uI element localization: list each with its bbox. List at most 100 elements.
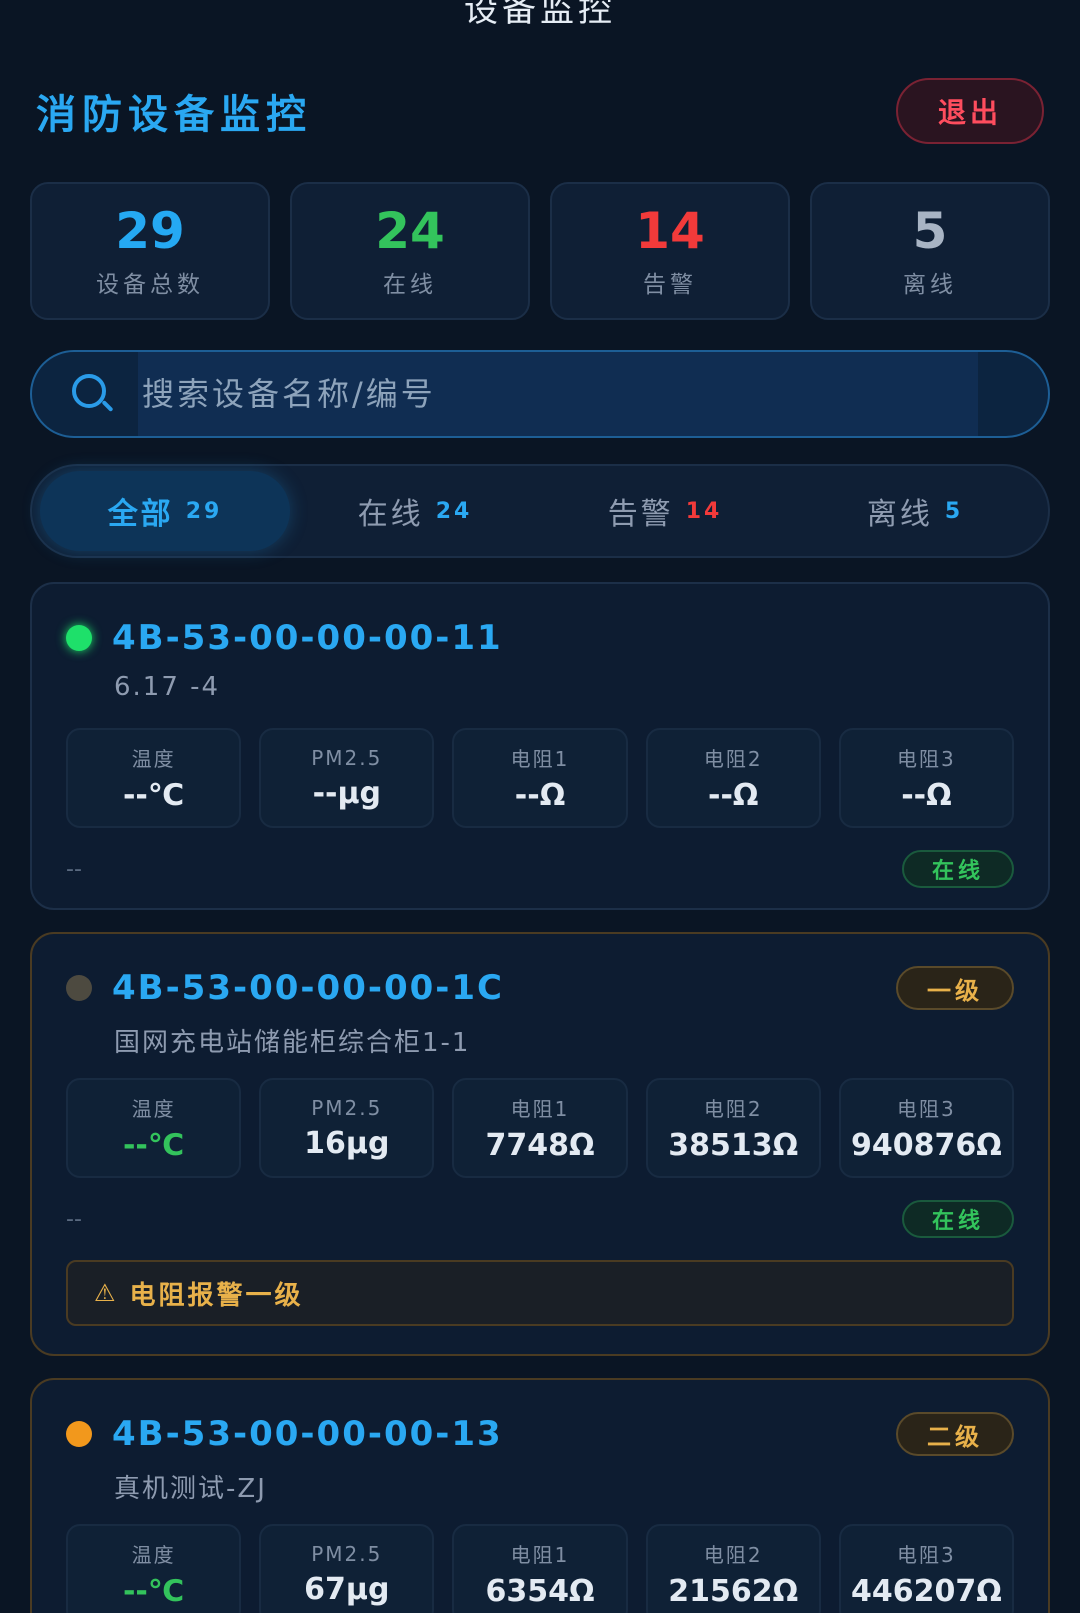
stat-value: 29 [115,202,185,260]
search-input[interactable] [138,352,978,436]
metric-value: --Ω [901,778,952,813]
status-badge: 在线 [902,850,1014,888]
metric-resistance-2: 电阻2 38513Ω [645,1078,821,1178]
device-card[interactable]: 4B-53-00-00-00-1C 一级 国网充电站储能柜综合柜1-1 温度 -… [30,932,1050,1356]
metric-label: PM2.5 [311,1095,383,1120]
tab-count: 29 [185,498,223,524]
metric-label: 电阻2 [703,1543,763,1567]
metric-resistance-1: 电阻1 7748Ω [452,1078,628,1178]
metrics-row: 温度 --℃ PM2.5 --μg 电阻1 --Ω 电阻2 --Ω 电阻3 --… [66,728,1015,828]
stat-label: 告警 [643,272,697,298]
tab-label: 在线 [357,497,424,532]
status-dot [66,1421,92,1447]
metric-label: 温度 [131,747,176,771]
metric-value: 38513Ω [668,1128,799,1163]
nav-title: 设备监控 [464,0,616,30]
device-id: 4B-53-00-00-00-11 [112,618,503,658]
stat-value: 14 [635,202,705,260]
tab-online[interactable]: 在线 24 [290,471,540,551]
metric-value: 7748Ω [485,1128,595,1163]
stats-row: 29 设备总数 24 在线 14 告警 5 离线 [30,182,1050,320]
device-card[interactable]: 4B-53-00-00-00-13 二级 真机测试-ZJ 温度 --℃ PM2.… [30,1378,1050,1613]
tab-label: 全部 [107,497,174,532]
metric-resistance-3: 电阻3 --Ω [838,728,1015,828]
stat-value: 5 [912,202,948,260]
metric-pm25: PM2.5 67μg [259,1524,435,1613]
metric-value: --μg [312,775,382,811]
tab-count: 5 [944,498,964,524]
metric-value: 67μg [304,1571,390,1607]
tab-label: 离线 [866,497,933,532]
status-dot [66,975,92,1001]
tab-offline[interactable]: 离线 5 [790,471,1040,551]
search-icon[interactable] [70,372,114,416]
device-card[interactable]: 4B-53-00-00-00-11 6.17 -4 温度 --℃ PM2.5 -… [30,582,1050,910]
metric-resistance-3: 电阻3 446207Ω [838,1524,1015,1613]
tab-count: 24 [435,498,473,524]
metrics-row: 温度 --℃ PM2.5 16μg 电阻1 7748Ω 电阻2 38513Ω 电… [66,1078,1015,1178]
metric-pm25: PM2.5 16μg [259,1078,435,1178]
metric-label: 电阻1 [510,747,570,771]
device-name: 6.17 -4 [114,672,221,702]
metric-resistance-2: 电阻2 --Ω [645,728,821,828]
stat-label: 离线 [903,272,957,298]
metric-value: --Ω [708,778,759,813]
device-name: 真机测试-ZJ [114,1474,267,1504]
metric-label: 温度 [131,1543,176,1567]
metric-value: 6354Ω [485,1574,595,1609]
metric-value: --Ω [514,778,566,813]
tab-count: 14 [685,498,723,524]
tab-alarm[interactable]: 告警 14 [540,471,790,551]
metric-value: 446207Ω [851,1574,1002,1609]
metric-resistance-1: 电阻1 6354Ω [452,1524,628,1613]
metric-label: 电阻2 [703,747,763,771]
metric-label: 电阻1 [510,1543,570,1567]
metric-label: 电阻3 [897,1543,956,1567]
filter-tabs: 全部 29 在线 24 告警 14 离线 5 [30,464,1050,558]
metric-label: 电阻1 [510,1097,570,1121]
metric-resistance-3: 电阻3 940876Ω [838,1078,1015,1178]
search-bar[interactable] [30,350,1050,438]
stat-offline: 5 离线 [810,182,1050,320]
alert-box: ⚠ 电阻报警一级 [66,1260,1014,1326]
device-id: 4B-53-00-00-00-1C [112,968,504,1008]
page-title: 消防设备监控 [36,92,312,138]
metric-resistance-1: 电阻1 --Ω [452,728,628,828]
device-name: 国网充电站储能柜综合柜1-1 [114,1028,471,1058]
status-badge: 在线 [902,1200,1014,1238]
metric-label: PM2.5 [311,1541,383,1566]
metric-temperature: 温度 --℃ [66,1078,242,1178]
device-id: 4B-53-00-00-00-13 [112,1414,503,1454]
stat-online: 24 在线 [290,182,530,320]
metric-label: 电阻3 [897,747,956,771]
status-dot [66,625,92,651]
logout-button[interactable]: 退出 [896,78,1044,144]
metric-value: --℃ [122,1128,185,1163]
header: 消防设备监控 退出 [36,78,1044,144]
tab-all[interactable]: 全部 29 [40,471,290,551]
metric-temperature: 温度 --℃ [66,1524,242,1613]
stat-total: 29 设备总数 [30,182,270,320]
metric-label: 电阻2 [703,1097,763,1121]
update-time: -- [66,856,82,882]
metric-temperature: 温度 --℃ [66,728,242,828]
metric-pm25: PM2.5 --μg [259,728,435,828]
metric-label: 温度 [131,1097,176,1121]
stat-label: 设备总数 [96,272,204,298]
metric-value: --℃ [122,1574,185,1609]
stat-alarm: 14 告警 [550,182,790,320]
alarm-level-badge: 二级 [896,1412,1014,1456]
warning-icon: ⚠ [94,1279,116,1307]
metric-value: 21562Ω [668,1574,799,1609]
metric-resistance-2: 电阻2 21562Ω [645,1524,821,1613]
stat-label: 在线 [383,272,437,298]
metric-value: 16μg [304,1125,390,1161]
stat-value: 24 [375,202,445,260]
alarm-level-badge: 一级 [896,966,1014,1010]
tab-label: 告警 [607,497,674,532]
metric-value: --℃ [122,778,185,813]
metric-label: PM2.5 [311,745,383,770]
metrics-row: 温度 --℃ PM2.5 67μg 电阻1 6354Ω 电阻2 21562Ω 电… [66,1524,1015,1613]
metric-label: 电阻3 [897,1097,956,1121]
alert-text: 电阻报警一级 [129,1280,304,1311]
